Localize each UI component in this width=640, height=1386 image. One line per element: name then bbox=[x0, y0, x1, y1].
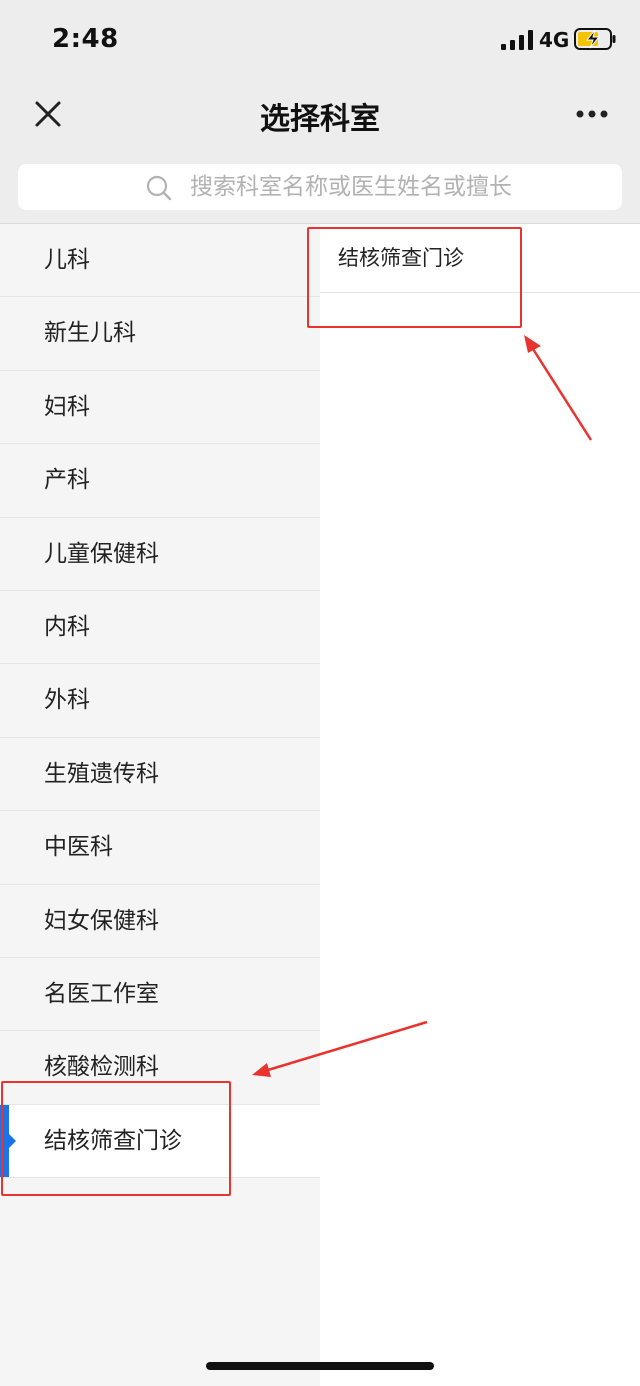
nav-bar: 选择科室 bbox=[0, 78, 640, 152]
status-bar: 2:48 4G bbox=[0, 0, 640, 78]
department-label: 生殖遗传科 bbox=[44, 760, 159, 787]
search-input[interactable] bbox=[190, 170, 590, 204]
more-icon[interactable] bbox=[575, 100, 609, 128]
page-title: 选择科室 bbox=[260, 102, 380, 137]
department-label: 妇女保健科 bbox=[44, 907, 159, 934]
sub-department-list: 结核筛查门诊 bbox=[320, 224, 640, 1386]
home-indicator[interactable] bbox=[206, 1362, 434, 1370]
sub-department-label: 结核筛查门诊 bbox=[338, 246, 464, 270]
department-label: 妇科 bbox=[44, 393, 90, 420]
department-item-obstetrics[interactable]: 产科 bbox=[0, 444, 320, 518]
department-label: 外科 bbox=[44, 687, 90, 714]
department-item-gynecology[interactable]: 妇科 bbox=[0, 371, 320, 445]
status-time: 2:48 bbox=[52, 24, 119, 54]
department-label: 核酸检测科 bbox=[44, 1054, 159, 1081]
sub-department-item-tb-screening[interactable]: 结核筛查门诊 bbox=[320, 224, 640, 293]
department-item-child-health[interactable]: 儿童保健科 bbox=[0, 518, 320, 591]
department-item-famous-doctor-studio[interactable]: 名医工作室 bbox=[0, 958, 320, 1032]
active-indicator bbox=[0, 1104, 16, 1177]
department-label: 新生儿科 bbox=[44, 320, 136, 347]
department-item-pediatrics[interactable]: 儿科 bbox=[0, 224, 320, 298]
search-area bbox=[0, 152, 640, 224]
department-label: 中医科 bbox=[44, 834, 113, 861]
department-item-tb-screening[interactable]: 结核筛查门诊 bbox=[0, 1104, 320, 1179]
department-item-tcm[interactable]: 中医科 bbox=[0, 811, 320, 885]
department-label: 结核筛查门诊 bbox=[44, 1127, 182, 1154]
department-label: 儿科 bbox=[44, 247, 90, 273]
department-item-neonatology[interactable]: 新生儿科 bbox=[0, 297, 320, 371]
signal-bars-icon bbox=[501, 30, 533, 50]
department-item-women-health[interactable]: 妇女保健科 bbox=[0, 885, 320, 958]
department-label: 内科 bbox=[44, 613, 90, 640]
department-label: 产科 bbox=[44, 467, 90, 494]
department-label: 名医工作室 bbox=[44, 980, 159, 1007]
search-icon bbox=[146, 175, 172, 201]
department-label: 儿童保健科 bbox=[44, 540, 159, 567]
department-item-surgery[interactable]: 外科 bbox=[0, 664, 320, 738]
department-item-internal-medicine[interactable]: 内科 bbox=[0, 591, 320, 665]
department-item-reproductive-genetics[interactable]: 生殖遗传科 bbox=[0, 738, 320, 812]
department-list: 儿科 新生儿科 妇科 产科 儿童保健科 内科 外科 生殖遗传科 中医科 妇女保健… bbox=[0, 224, 320, 1386]
battery-charging-icon bbox=[574, 28, 616, 50]
search-box[interactable] bbox=[18, 164, 622, 210]
network-type: 4G bbox=[539, 28, 570, 52]
department-item-nucleic-acid-testing[interactable]: 核酸检测科 bbox=[0, 1031, 320, 1105]
